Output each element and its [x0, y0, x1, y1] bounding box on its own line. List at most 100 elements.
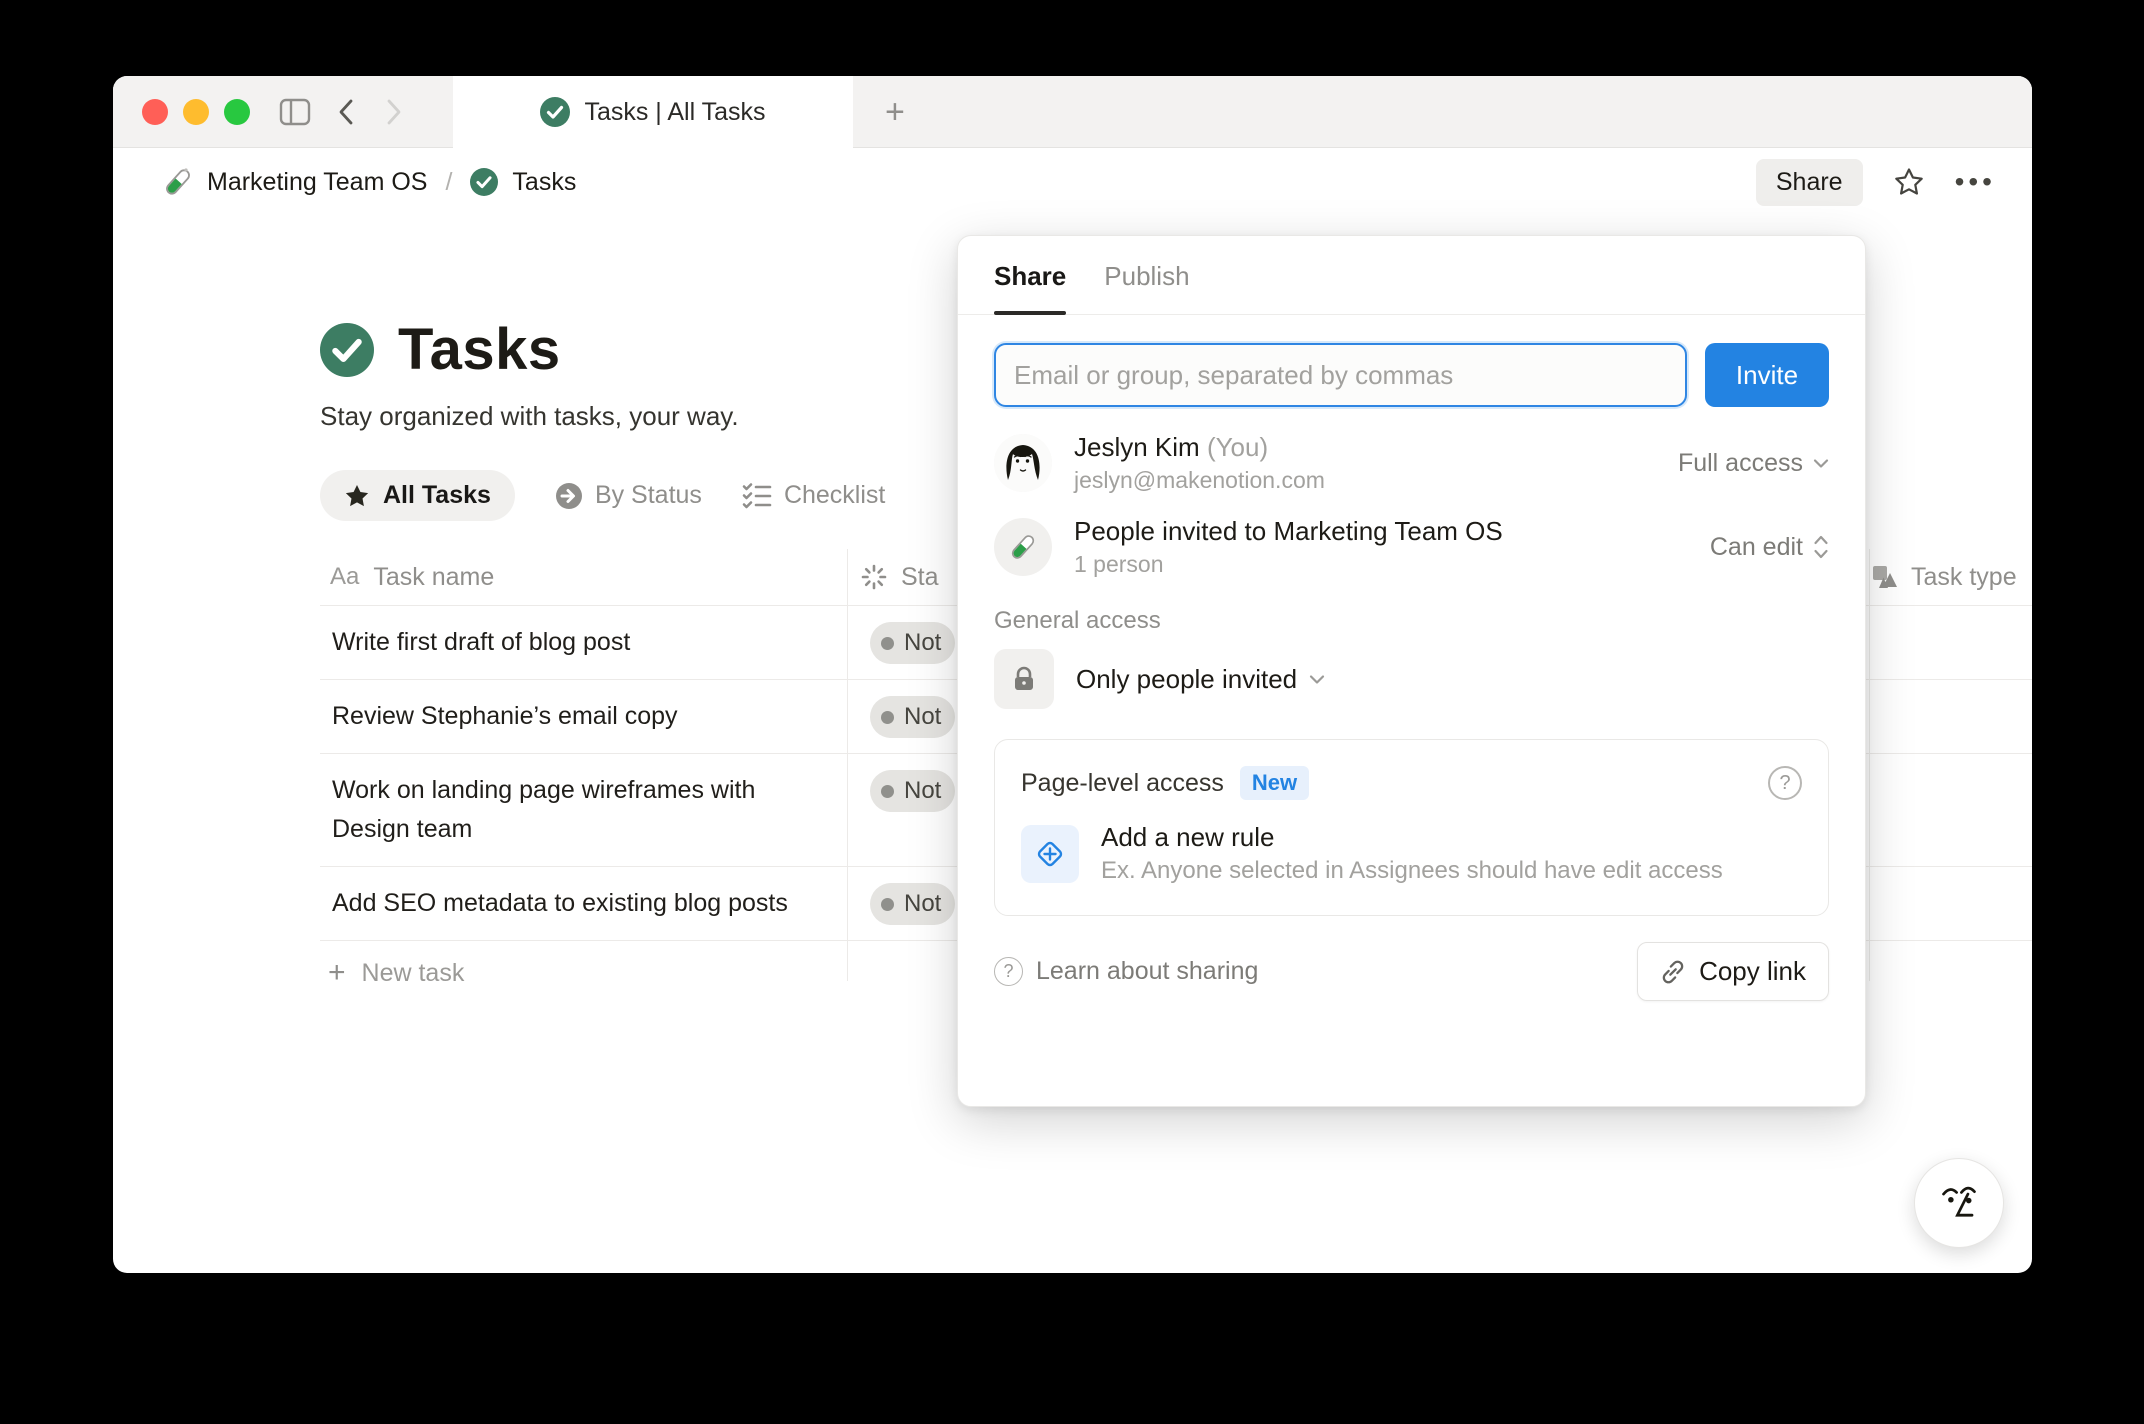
copy-link-button[interactable]: Copy link: [1637, 942, 1829, 1001]
view-tab-all-tasks[interactable]: All Tasks: [320, 470, 515, 521]
status-dot-icon: [881, 637, 894, 650]
status-dot-icon: [881, 785, 894, 798]
column-header-task-type[interactable]: Task type: [1859, 563, 2032, 592]
plus-icon: +: [328, 958, 346, 988]
group-meta: 1 person: [1074, 551, 1710, 578]
workspace-avatar: [994, 518, 1052, 576]
general-access-dropdown[interactable]: Only people invited: [1076, 664, 1325, 695]
titlebar: Tasks | All Tasks +: [113, 76, 2032, 148]
chevron-down-icon: [1813, 458, 1829, 469]
share-dialog-footer: ? Learn about sharing Copy link: [958, 916, 1865, 1001]
forward-icon[interactable]: [383, 97, 405, 127]
desktop-background: Tasks | All Tasks + Marketing Team OS /: [0, 0, 2144, 1424]
notion-ai-face-button[interactable]: [1914, 1158, 2004, 1248]
test-tube-icon: [1009, 532, 1037, 562]
chevron-up-down-icon: [1813, 534, 1829, 560]
test-tube-icon: [163, 166, 193, 198]
access-label: Full access: [1678, 449, 1803, 478]
add-rule-row[interactable]: Add a new rule Ex. Anyone selected in As…: [1021, 822, 1802, 885]
member-row-jeslyn[interactable]: Jeslyn Kim (You) jeslyn@makenotion.com F…: [958, 421, 1865, 505]
status-badge[interactable]: Not: [870, 883, 955, 925]
top-actions: Share •••: [1756, 159, 1996, 206]
breadcrumb-page[interactable]: Tasks: [512, 168, 576, 197]
link-icon: [1660, 959, 1686, 985]
view-tab-label: All Tasks: [383, 481, 491, 510]
status-spinner-icon: [860, 563, 888, 591]
invite-button[interactable]: Invite: [1705, 343, 1829, 407]
back-icon[interactable]: [335, 97, 357, 127]
page-level-access-card: Page-level access New ? Add a new rule: [994, 739, 1829, 916]
topbar: Marketing Team OS / Tasks Share •••: [113, 148, 2032, 216]
share-dialog: Share Publish Invite: [957, 235, 1866, 1107]
tab-tasks-all-tasks[interactable]: Tasks | All Tasks: [453, 76, 853, 148]
new-task-label: New task: [362, 959, 465, 988]
access-dropdown-full-access[interactable]: Full access: [1678, 449, 1829, 478]
group-name: People invited to Marketing Team OS: [1074, 516, 1710, 547]
minimize-window-button[interactable]: [183, 99, 209, 125]
favorite-star-icon[interactable]: [1893, 166, 1925, 198]
tab-publish[interactable]: Publish: [1104, 261, 1189, 314]
page-level-access-title: Page-level access: [1021, 769, 1224, 798]
app-window: Tasks | All Tasks + Marketing Team OS /: [113, 76, 2032, 1273]
share-dialog-tabs: Share Publish: [958, 236, 1865, 315]
status-badge[interactable]: Not: [870, 622, 955, 664]
close-window-button[interactable]: [142, 99, 168, 125]
status-dot-icon: [881, 898, 894, 911]
status-label: Not: [904, 777, 941, 805]
invite-email-input[interactable]: [994, 343, 1687, 407]
column-header-task-name[interactable]: Aa Task name: [320, 563, 847, 592]
task-name-cell[interactable]: Write first draft of blog post: [320, 606, 840, 679]
text-property-icon: Aa: [330, 563, 359, 591]
task-name-cell[interactable]: Review Stephanie’s email copy: [320, 680, 840, 753]
new-tab-icon[interactable]: +: [885, 95, 905, 129]
notion-face-icon: [1933, 1177, 1985, 1229]
tab-share[interactable]: Share: [994, 261, 1066, 314]
general-access-label: General access: [958, 589, 1865, 639]
access-label: Can edit: [1710, 533, 1803, 562]
tasks-check-icon: [470, 168, 498, 196]
share-button[interactable]: Share: [1756, 159, 1863, 206]
zoom-window-button[interactable]: [224, 99, 250, 125]
sidebar-toggle-icon[interactable]: [279, 98, 311, 126]
view-tab-by-status[interactable]: By Status: [555, 481, 702, 510]
tab-title: Tasks | All Tasks: [584, 98, 765, 127]
learn-label: Learn about sharing: [1036, 957, 1258, 986]
tasks-check-icon: [540, 97, 570, 127]
lock-icon: [994, 649, 1054, 709]
task-name-cell[interactable]: Work on landing page wireframes with Des…: [320, 754, 840, 866]
status-badge[interactable]: Not: [870, 696, 955, 738]
member-row-group[interactable]: People invited to Marketing Team OS 1 pe…: [958, 505, 1865, 589]
invite-row: Invite: [958, 315, 1865, 421]
column-label: Task name: [373, 563, 494, 592]
view-tab-label: Checklist: [784, 481, 885, 510]
new-badge: New: [1240, 766, 1309, 800]
help-icon[interactable]: ?: [1768, 766, 1802, 800]
member-you-suffix: (You): [1207, 432, 1268, 462]
column-label: Task type: [1911, 563, 2017, 592]
access-dropdown-can-edit[interactable]: Can edit: [1710, 533, 1829, 562]
avatar: [994, 434, 1052, 492]
breadcrumb-workspace[interactable]: Marketing Team OS: [207, 168, 427, 197]
breadcrumb-separator: /: [445, 168, 452, 197]
general-access-row[interactable]: Only people invited: [958, 639, 1865, 719]
task-name-cell[interactable]: Add SEO metadata to existing blog posts: [320, 867, 840, 940]
view-tab-label: By Status: [595, 481, 702, 510]
checklist-icon: [742, 482, 772, 510]
general-access-value: Only people invited: [1076, 664, 1297, 695]
tabbar-space: +: [853, 76, 2032, 148]
help-icon: ?: [994, 957, 1023, 986]
page-icon-check[interactable]: [320, 323, 374, 377]
learn-about-sharing-link[interactable]: ? Learn about sharing: [994, 957, 1258, 986]
view-tab-checklist[interactable]: Checklist: [742, 481, 885, 510]
breadcrumb: Marketing Team OS / Tasks: [163, 166, 576, 198]
member-name: Jeslyn Kim: [1074, 432, 1200, 462]
titlebar-controls: [113, 76, 453, 148]
page-title: Tasks: [398, 316, 561, 383]
status-badge[interactable]: Not: [870, 770, 955, 812]
member-email: jeslyn@makenotion.com: [1074, 467, 1678, 494]
status-label: Not: [904, 890, 941, 918]
more-options-icon[interactable]: •••: [1955, 166, 1996, 198]
add-rule-title: Add a new rule: [1101, 822, 1723, 853]
status-label: Not: [904, 703, 941, 731]
status-dot-icon: [881, 711, 894, 724]
